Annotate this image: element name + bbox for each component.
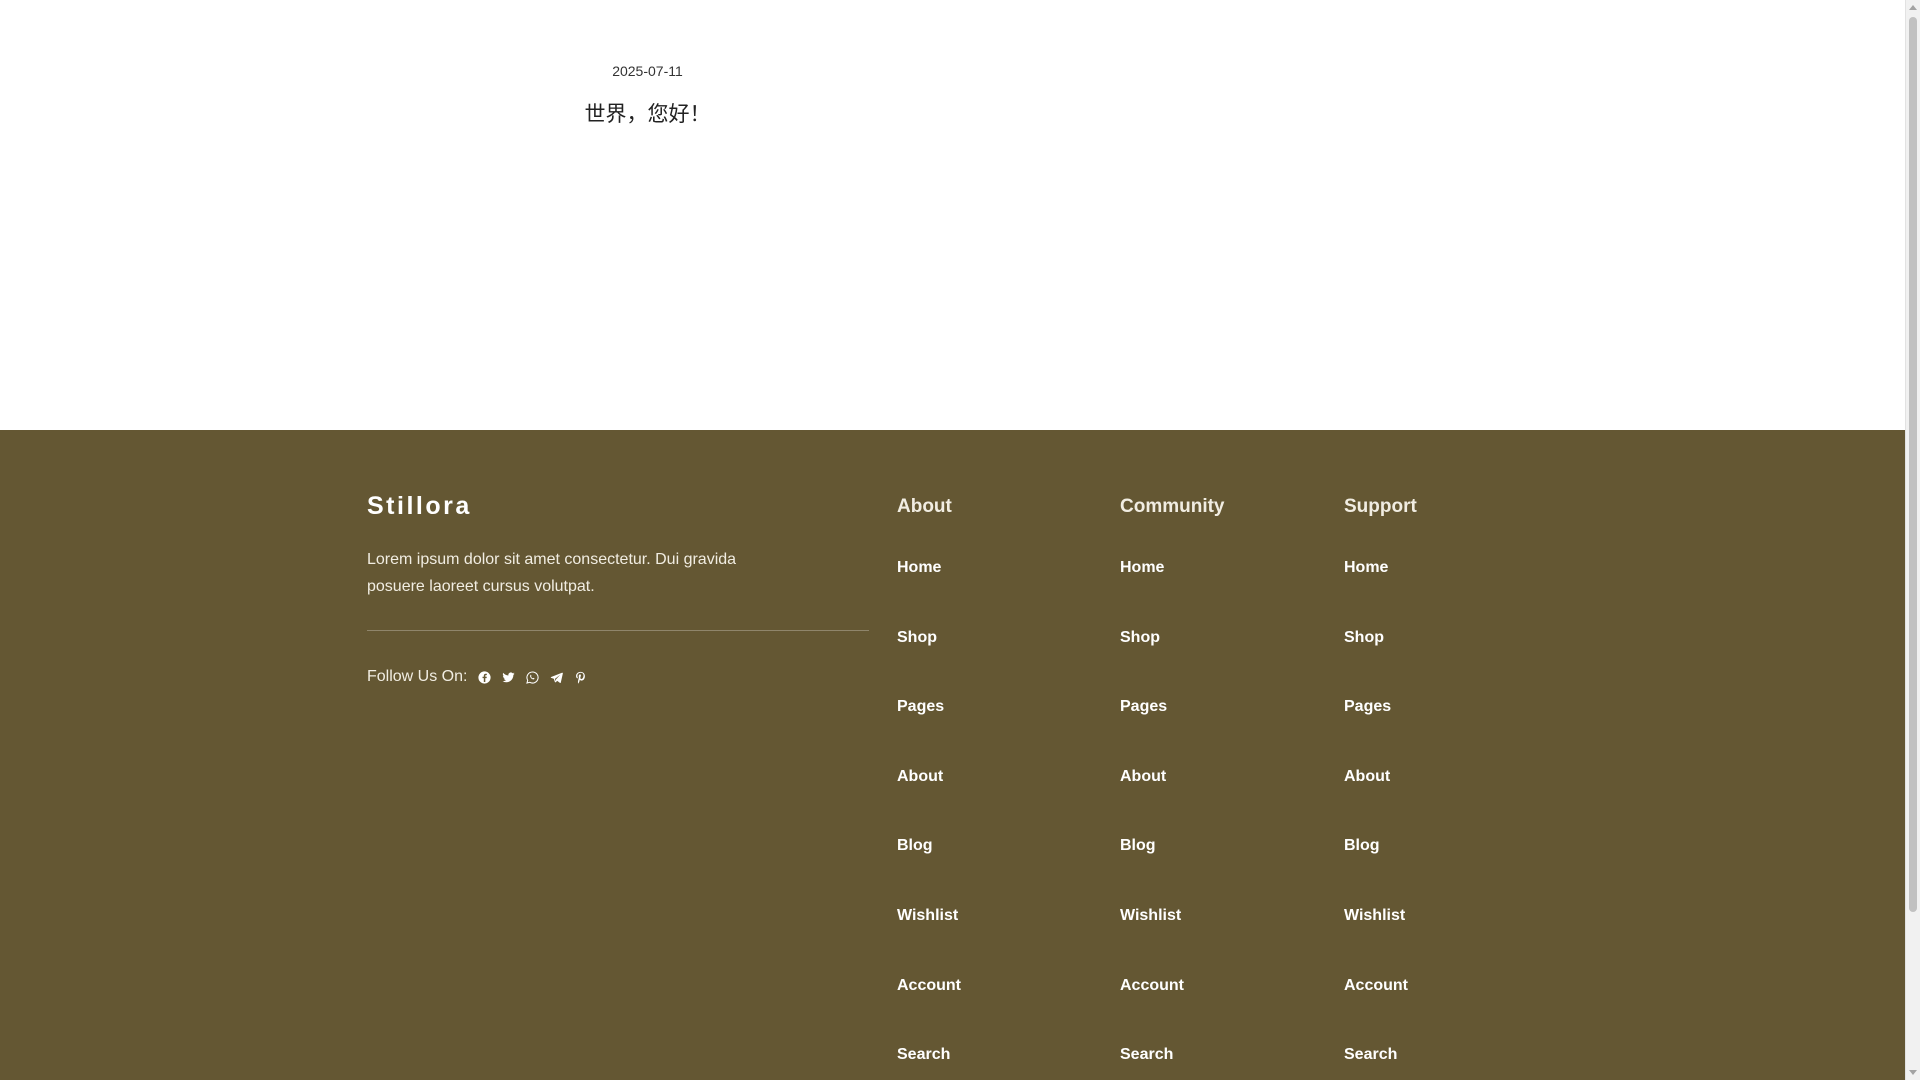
follow-us: Follow Us On: (367, 665, 597, 689)
footer-link-blog[interactable]: Blog (1344, 837, 1380, 854)
footer-description: Lorem ipsum dolor sit amet consectetur. … (367, 551, 737, 595)
footer-link-about[interactable]: About (1120, 768, 1166, 785)
footer-link-account[interactable]: Account (897, 977, 961, 994)
footer-link-account[interactable]: Account (1120, 977, 1184, 994)
footer-column-support: Support Home Shop Pages About Blog Wishl… (1344, 492, 1554, 1063)
post-date: 2025-07-11 (612, 63, 683, 79)
telegram-icon[interactable] (549, 670, 563, 684)
page: 2025-07-11 世界，您好！ Stillora Lorem ipsum d… (0, 0, 1905, 1080)
footer-column-community: Community Home Shop Pages About Blog Wis… (1120, 492, 1330, 1063)
footer-link-blog[interactable]: Blog (897, 837, 933, 854)
facebook-icon[interactable] (477, 670, 491, 684)
footer-link-pages[interactable]: Pages (1344, 698, 1391, 715)
footer-link-search[interactable]: Search (1120, 1046, 1173, 1063)
scrollbar-thumb[interactable] (1909, 17, 1917, 912)
twitter-icon[interactable] (501, 670, 515, 684)
footer-link-home[interactable]: Home (897, 559, 941, 576)
post-section: 2025-07-11 世界，您好！ (0, 0, 1905, 430)
whatsapp-icon[interactable] (525, 670, 539, 684)
footer-link-wishlist[interactable]: Wishlist (1344, 907, 1405, 924)
footer-link-home[interactable]: Home (1120, 559, 1164, 576)
footer-link-about[interactable]: About (897, 768, 943, 785)
footer-link-shop[interactable]: Shop (1344, 629, 1384, 646)
footer-link-pages[interactable]: Pages (897, 698, 944, 715)
footer-link-search[interactable]: Search (1344, 1046, 1397, 1063)
footer-brand-logo[interactable]: Stillora (367, 492, 472, 521)
footer-link-pages[interactable]: Pages (1120, 698, 1167, 715)
footer-link-blog[interactable]: Blog (1120, 837, 1156, 854)
scroll-up-arrow-icon[interactable] (1909, 5, 1917, 10)
footer-divider (367, 630, 869, 631)
footer-link-about[interactable]: About (1344, 768, 1390, 785)
browser-viewport: 2025-07-11 世界，您好！ Stillora Lorem ipsum d… (0, 0, 1920, 1080)
footer-column-heading: About (897, 496, 952, 517)
follow-us-label: Follow Us On: (367, 668, 468, 685)
scroll-down-arrow-icon[interactable] (1909, 1070, 1917, 1075)
pinterest-icon[interactable] (573, 670, 587, 684)
post-title-link[interactable]: 世界，您好！ (535, 98, 760, 128)
footer-column-heading: Community (1120, 496, 1225, 517)
footer-link-account[interactable]: Account (1344, 977, 1408, 994)
footer-link-wishlist[interactable]: Wishlist (897, 907, 958, 924)
footer-column-about: About Home Shop Pages About Blog Wishlis… (897, 492, 1107, 1063)
footer-link-wishlist[interactable]: Wishlist (1120, 907, 1181, 924)
footer-column-heading: Support (1344, 496, 1417, 517)
footer-link-home[interactable]: Home (1344, 559, 1388, 576)
vertical-scrollbar[interactable] (1905, 0, 1920, 1080)
footer-link-shop[interactable]: Shop (897, 629, 937, 646)
footer-link-shop[interactable]: Shop (1120, 629, 1160, 646)
footer-link-search[interactable]: Search (897, 1046, 950, 1063)
site-footer: Stillora Lorem ipsum dolor sit amet cons… (0, 430, 1905, 1080)
